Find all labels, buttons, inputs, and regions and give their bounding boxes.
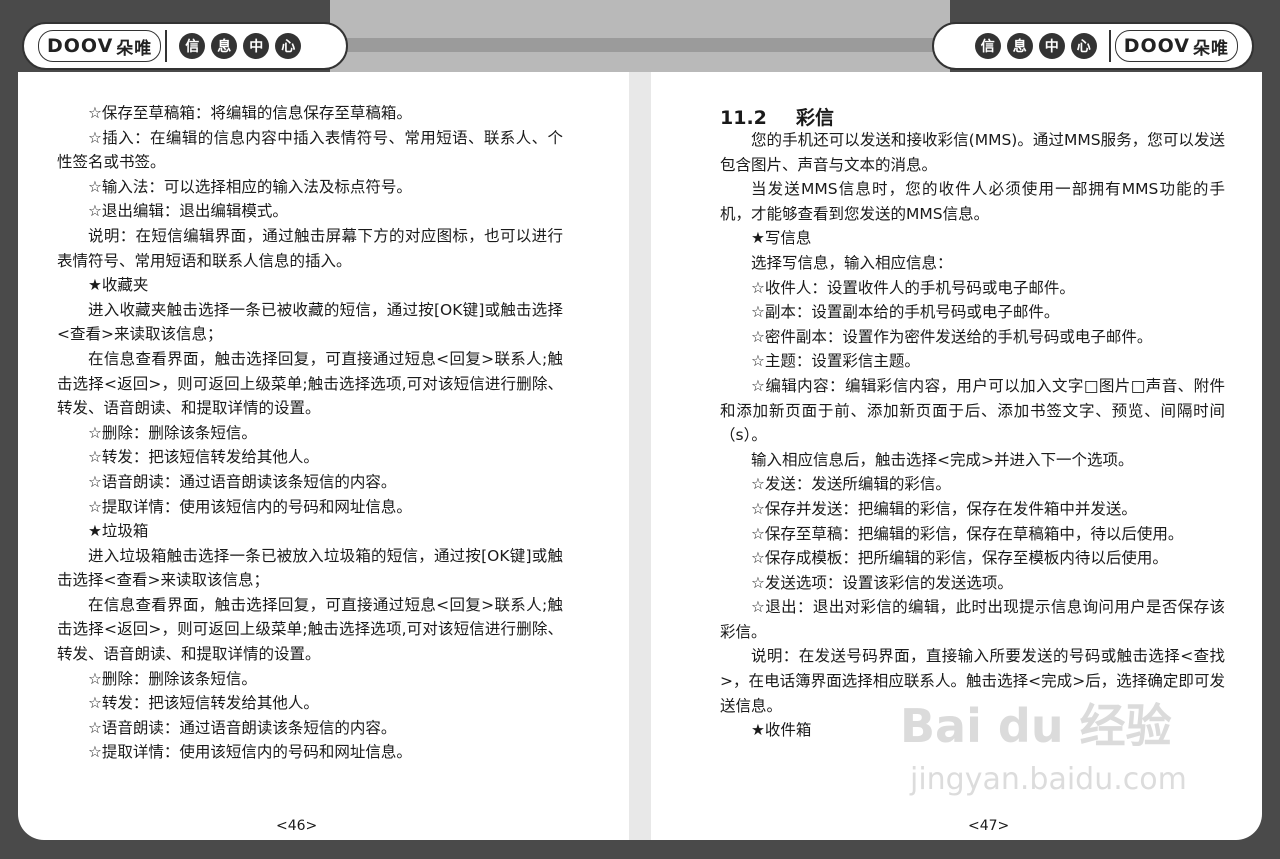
paragraph: ☆提取详情：使用该短信内的号码和网址信息。	[88, 497, 412, 516]
watermark-logo: Bai du 经验	[900, 699, 1172, 753]
section-number: 11.2	[720, 107, 767, 129]
left-page-body: ☆保存至草稿箱：将编辑的信息保存至草稿箱。 ☆插入：在编辑的信息内容中插入表情符号…	[57, 101, 563, 765]
right-header: 信 息 中 心 DOOV 朵唯	[932, 22, 1254, 70]
paragraph: ☆发送选项：设置该彩信的发送选项。	[751, 573, 1013, 592]
paragraph: ★写信息	[751, 229, 812, 248]
section-char: 信	[974, 33, 1001, 59]
paragraph: ☆语音朗读：通过语音朗读该条短信的内容。	[88, 472, 397, 491]
paragraph: ☆副本：设置副本给的手机号码或电子邮件。	[751, 303, 1060, 322]
paragraph: 当发送MMS信息时，您的收件人必须使用一部拥有MMS功能的手机，才能够查看到您发…	[720, 180, 1225, 223]
paragraph: ☆保存至草稿：把编辑的彩信，保存在草稿箱中，待以后使用。	[751, 524, 1184, 543]
paragraph: ☆语音朗读：通过语音朗读该条短信的内容。	[88, 718, 397, 737]
paragraph: ☆密件副本：设置作为密件发送给的手机号码或电子邮件。	[751, 327, 1153, 346]
header-divider	[1108, 30, 1111, 62]
paragraph: 输入相应信息后，触击选择<完成>并进入下一个选项。	[751, 450, 1134, 469]
paragraph: ☆删除：删除该条短信。	[88, 669, 257, 688]
paragraph: 您的手机还可以发送和接收彩信(MMS)。通过MMS服务，您可以发送包含图片、声音…	[720, 131, 1225, 174]
paragraph: ☆编辑内容：编辑彩信内容，用户可以加入文字□图片□声音、附件和添加新页面于前、添…	[720, 376, 1225, 445]
paragraph: ☆保存并发送：把编辑的彩信，保存在发件箱中并发送。	[751, 499, 1137, 518]
paragraph: 进入收藏夹触击选择一条已被收藏的短信，通过按[OK键]或触击选择<查看>来读取该…	[57, 300, 563, 344]
section-char: 信	[179, 33, 206, 59]
paragraph: ★垃圾箱	[88, 522, 149, 541]
paragraph: ☆保存成模板：把所编辑的彩信，保存至模板内待以后使用。	[751, 549, 1168, 568]
paragraph: ☆退出：退出对彩信的编辑，此时出现提示信息询问用户是否保存该彩信。	[720, 598, 1225, 641]
paragraph: ☆提取详情：使用该短信内的号码和网址信息。	[88, 743, 412, 762]
book-gutter	[629, 72, 651, 840]
paragraph: 进入垃圾箱触击选择一条已被放入垃圾箱的短信，通过按[OK键]或触击选择<查看>来…	[57, 546, 563, 590]
paragraph: ★收藏夹	[88, 276, 149, 295]
paragraph: ☆输入法：可以选择相应的输入法及标点符号。	[88, 177, 412, 196]
brand-name-cn: 朵唯	[1193, 38, 1229, 59]
right-page-body: 您的手机还可以发送和接收彩信(MMS)。通过MMS服务，您可以发送包含图片、声音…	[720, 128, 1225, 743]
paragraph: 在信息查看界面，触击选择回复，可直接通过短息<回复>联系人;触击选择<返回>，则…	[57, 349, 563, 418]
brand-logo: DOOV 朵唯	[1114, 30, 1238, 62]
page-number-left: <46>	[276, 818, 318, 834]
section-title: 彩信	[796, 107, 835, 129]
paragraph: 在信息查看界面，触击选择回复，可直接通过短息<回复>联系人;触击选择<返回>，则…	[57, 595, 563, 664]
top-center-band	[330, 0, 950, 72]
paragraph: ☆发送：发送所编辑的彩信。	[751, 475, 951, 494]
brand-name-cn: 朵唯	[116, 38, 153, 59]
paragraph: ☆转发：把该短信转发给其他人。	[88, 448, 319, 467]
paragraph: 说明：在短信编辑界面，通过触击屏幕下方的对应图标，也可以进行表情符号、常用短语和…	[57, 226, 563, 270]
brand-name: DOOV	[47, 35, 114, 57]
left-header: DOOV 朵唯 信 息 中 心	[22, 22, 348, 70]
section-char: 息	[211, 33, 238, 59]
paragraph: ☆保存至草稿箱：将编辑的信息保存至草稿箱。	[88, 104, 412, 122]
section-label: 信 息 中 心	[974, 33, 1097, 59]
section-char: 中	[243, 33, 270, 59]
paragraph: ☆转发：把该短信转发给其他人。	[88, 694, 319, 713]
section-heading: 11.2 彩信	[720, 103, 834, 130]
section-char: 息	[1006, 33, 1033, 59]
paragraph: ☆退出编辑：退出编辑模式。	[88, 202, 288, 221]
top-center-stripe	[330, 38, 950, 52]
brand-logo: DOOV 朵唯	[38, 30, 162, 62]
section-char: 心	[1070, 33, 1097, 59]
section-char: 心	[275, 33, 302, 59]
section-char: 中	[1038, 33, 1065, 59]
paragraph: 选择写信息，输入相应信息：	[751, 253, 953, 272]
paragraph: ☆主题：设置彩信主题。	[751, 352, 920, 371]
paragraph: ☆收件人：设置收件人的手机号码或电子邮件。	[751, 278, 1075, 297]
header-divider	[165, 30, 168, 62]
paragraph: ☆删除：删除该条短信。	[88, 423, 257, 442]
section-label: 信 息 中 心	[179, 33, 302, 59]
paragraph: ☆插入：在编辑的信息内容中插入表情符号、常用短语、联系人、个性签名或书签。	[57, 128, 563, 172]
page-number-right: <47>	[968, 818, 1010, 834]
watermark-url: jingyan.baidu.com	[910, 762, 1187, 797]
brand-name: DOOV	[1123, 35, 1190, 57]
